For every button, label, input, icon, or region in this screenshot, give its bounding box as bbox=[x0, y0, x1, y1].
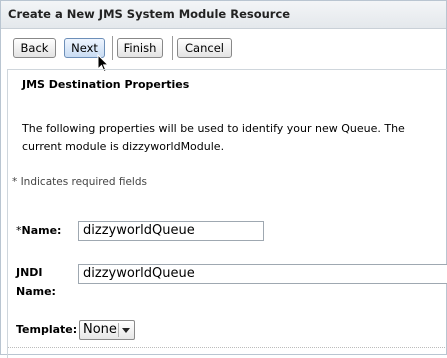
template-selected-value: None bbox=[83, 322, 117, 337]
title-bar: Create a New JMS System Module Resource bbox=[1, 1, 446, 29]
cancel-button[interactable]: Cancel bbox=[177, 38, 232, 58]
template-label: Template: bbox=[16, 323, 78, 336]
required-fields-note: * Indicates required fields bbox=[12, 176, 147, 188]
chevron-down-icon bbox=[122, 328, 130, 333]
jndi-name-label-line2: Name: bbox=[16, 285, 56, 298]
toolbar-separator bbox=[112, 36, 113, 60]
divider bbox=[8, 347, 445, 348]
toolbar-separator bbox=[172, 36, 173, 60]
section-heading: JMS Destination Properties bbox=[22, 78, 190, 91]
section-description: The following properties will be used to… bbox=[22, 122, 405, 153]
dropdown-arrow[interactable] bbox=[118, 323, 132, 337]
name-input[interactable]: dizzyworldQueue bbox=[78, 221, 264, 241]
finish-button[interactable]: Finish bbox=[117, 38, 163, 58]
template-select[interactable]: None bbox=[79, 320, 135, 340]
jndi-name-input[interactable]: dizzyworldQueue bbox=[78, 264, 447, 284]
name-label: *Name: bbox=[16, 224, 61, 237]
jndi-name-label-line1: JNDI bbox=[16, 266, 43, 279]
content-panel bbox=[7, 69, 447, 358]
back-button[interactable]: Back bbox=[13, 38, 56, 58]
name-label-text: Name: bbox=[21, 224, 62, 237]
window-title: Create a New JMS System Module Resource bbox=[8, 7, 291, 21]
